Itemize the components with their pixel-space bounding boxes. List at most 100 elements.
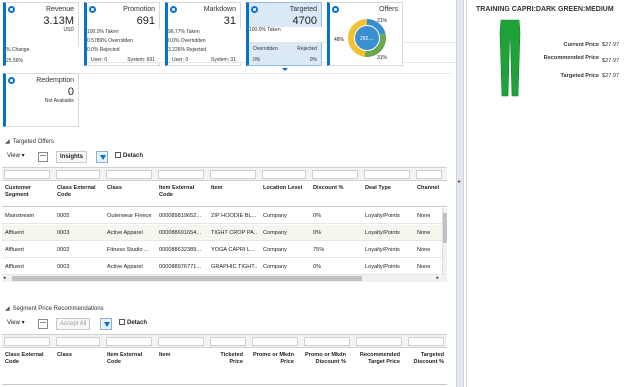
tile-info-icon	[170, 6, 177, 13]
vertical-scrollbar[interactable]	[442, 208, 447, 274]
overridden-label: Overridden	[253, 46, 278, 52]
detach-button[interactable]: Detach	[112, 151, 146, 163]
filter-input[interactable]	[304, 337, 350, 346]
panel-splitter[interactable]: ▸	[456, 0, 464, 387]
col-header[interactable]: Promo or Mkdn Price	[252, 352, 294, 365]
offers-pct-top: 21%	[377, 18, 388, 24]
scroll-left-icon[interactable]: ◂	[3, 275, 6, 281]
col-header[interactable]: Deal Type	[365, 185, 411, 192]
tile-value: 4700	[292, 15, 317, 27]
section-title: Targeted Offers	[12, 139, 54, 145]
detach-icon	[115, 152, 121, 158]
col-header[interactable]: Item	[211, 185, 257, 192]
filter-input[interactable]	[4, 170, 50, 179]
detach-button[interactable]: Detach	[116, 318, 150, 330]
col-header[interactable]: Channel	[417, 185, 447, 192]
col-header[interactable]: Item	[159, 352, 203, 359]
filter-icon[interactable]	[96, 151, 108, 163]
column-headers: Customer Segment Class External Code Cla…	[2, 182, 447, 207]
user-count: User: 0	[172, 57, 189, 63]
table-cell: 000088632389...	[159, 247, 201, 253]
product-title: TRAINING CAPRI:DARK GREEN:MEDIUM	[476, 6, 614, 13]
filter-input[interactable]	[416, 170, 442, 179]
product-image	[499, 19, 521, 97]
segment-recs-header[interactable]: ◢ Segment Price Recommendations	[5, 305, 456, 312]
filter-input[interactable]	[158, 170, 204, 179]
filter-input[interactable]	[56, 170, 100, 179]
columns-icon[interactable]	[38, 152, 48, 162]
targeted-price-label: Targeted Price	[560, 73, 599, 79]
offers-tile[interactable]: Offers 282.... 21% 48% 31%	[327, 2, 403, 66]
table-cell: None	[417, 213, 431, 219]
filter-row	[2, 335, 447, 348]
col-header[interactable]: Ticketed Price	[207, 352, 243, 365]
view-menu[interactable]: View ▾	[4, 151, 28, 163]
filter-input[interactable]	[106, 170, 152, 179]
tile-value: 0	[67, 86, 74, 98]
targeted-tile[interactable]: Targeted 4700 100.0% Taken Overridden Re…	[246, 2, 456, 66]
col-header[interactable]: Item External Code	[107, 352, 151, 365]
filter-input[interactable]	[210, 337, 246, 346]
scroll-thumb[interactable]	[12, 276, 362, 281]
accept-all-button[interactable]: Accept All	[56, 318, 91, 330]
col-header[interactable]: Class External Code	[57, 185, 101, 198]
col-header[interactable]: Targeted Discount %	[406, 352, 444, 365]
filter-input[interactable]	[356, 337, 402, 346]
scroll-thumb[interactable]	[443, 213, 447, 243]
scroll-right-icon[interactable]: ▸	[436, 275, 439, 281]
table-row[interactable]: Affluent 0003 Active Apparel 000088691654..…	[2, 225, 447, 241]
table-row[interactable]: Mainstream 0005 Outerwear Fleece 0000898196…	[2, 208, 447, 224]
col-header[interactable]: Recommended Target Price	[356, 352, 400, 365]
col-header[interactable]: Discount %	[313, 185, 359, 192]
markdown-tile[interactable]: Markdown 31 96.77% Taken 0.0% Overridden…	[165, 2, 456, 66]
table-cell: Company	[263, 264, 287, 270]
system-count: System: 691	[127, 57, 155, 63]
col-header[interactable]: Class	[57, 352, 101, 359]
col-header[interactable]: Item External Code	[159, 185, 205, 198]
promotion-tile[interactable]: Promotion 691 100.0% Taken 0.5789% Overr…	[84, 2, 456, 66]
horizontal-scrollbar[interactable]: ◂ ▸	[2, 275, 447, 282]
filter-input[interactable]	[408, 337, 444, 346]
filter-input[interactable]	[210, 170, 256, 179]
table-cell: Mainstream	[5, 213, 35, 219]
table-cell: 75%	[313, 247, 325, 253]
view-menu[interactable]: View ▾	[4, 318, 28, 330]
col-header[interactable]: Class External Code	[5, 352, 49, 365]
targeted-offers-header[interactable]: ◢ Targeted Offers	[5, 138, 456, 145]
filter-input[interactable]	[252, 337, 298, 346]
table-row[interactable]: Affluent 0003 Active Apparel 000088976771..…	[2, 259, 447, 275]
filter-input[interactable]	[56, 337, 100, 346]
section-title: Segment Price Recommendations	[12, 306, 104, 312]
table-row[interactable]: Affluent 0002 Fitness Studio ... 0000886323…	[2, 242, 447, 258]
columns-icon[interactable]	[38, 319, 48, 329]
revenue-tile[interactable]: Revenue 3.13M USD % Change 25.56%	[3, 2, 451, 74]
rejected-value: 0%	[309, 57, 317, 63]
filter-input[interactable]	[106, 337, 152, 346]
col-header[interactable]: Customer Segment	[5, 185, 51, 198]
filter-input[interactable]	[4, 337, 50, 346]
col-header[interactable]: Class	[107, 185, 153, 192]
filter-row	[2, 168, 447, 181]
tile-subtitle: Not Available	[44, 98, 74, 104]
tile-value: 691	[136, 15, 155, 27]
filter-icon[interactable]	[100, 318, 112, 330]
insights-button[interactable]: Insights	[56, 151, 88, 163]
col-header[interactable]: Location Level	[263, 185, 307, 192]
tile-info-icon	[89, 6, 96, 13]
redemption-tile[interactable]: Redemption 0 Not Available	[3, 73, 79, 127]
tile-info-icon	[8, 77, 15, 84]
table-cell: 0005	[57, 213, 70, 219]
collapse-icon[interactable]: ◢	[5, 305, 10, 312]
col-header[interactable]: Promo or Mkdn Discount %	[304, 352, 346, 365]
table-cell: GRAPHIC TIGHT...	[211, 264, 257, 270]
table-cell: None	[417, 247, 431, 253]
rejected-label: Rejected	[297, 46, 317, 52]
filter-input[interactable]	[312, 170, 358, 179]
filter-input[interactable]	[364, 170, 410, 179]
recommended-price-value: $27.97	[602, 58, 620, 64]
table-cell: ZIP HOODIE BL...	[211, 213, 257, 219]
filter-input[interactable]	[158, 337, 204, 346]
filter-input[interactable]	[262, 170, 306, 179]
collapse-icon[interactable]: ◢	[5, 138, 10, 145]
collapse-panel-icon[interactable]: ▸	[458, 178, 461, 185]
